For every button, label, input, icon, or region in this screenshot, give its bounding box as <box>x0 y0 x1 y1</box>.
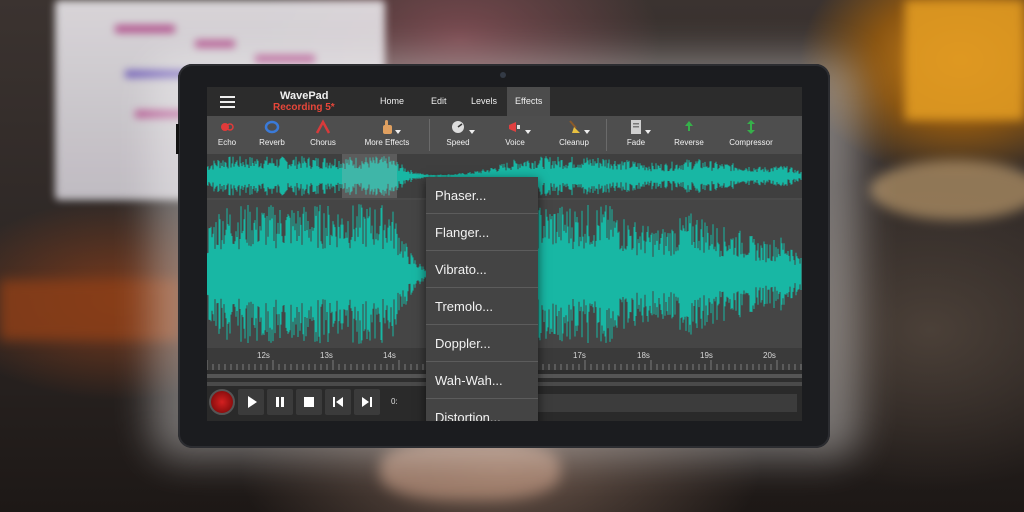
reverb-button[interactable]: Reverb <box>257 119 287 147</box>
echo-button[interactable]: Echo <box>215 119 239 147</box>
speed-chevron-down-icon <box>469 130 475 134</box>
hand-pointer-icon <box>383 120 392 134</box>
hamburger-menu-icon[interactable] <box>220 96 235 108</box>
tablet-device: WavePad Recording 5* Home Edit Levels Ef… <box>176 64 830 448</box>
menu-item-phaser[interactable]: Phaser... <box>426 177 538 214</box>
menu-item-doppler[interactable]: Doppler... <box>426 325 538 362</box>
compressor-button[interactable]: Compressor <box>727 119 775 147</box>
toolbar-divider <box>429 119 430 151</box>
tab-levels[interactable]: Levels <box>463 87 505 116</box>
fade-button[interactable]: Fade <box>625 119 647 147</box>
timeline-label: 12s <box>257 351 270 360</box>
fade-chevron-down-icon <box>645 130 651 134</box>
fade-label: Fade <box>626 138 646 147</box>
skip-forward-icon <box>362 397 372 407</box>
speedometer-icon <box>452 121 464 133</box>
play-icon <box>248 396 257 408</box>
more-effects-label: More Effects <box>364 138 410 147</box>
megaphone-icon <box>509 122 520 132</box>
timeline-label: 14s <box>383 351 396 360</box>
more-effects-chevron-down-icon <box>395 130 401 134</box>
reverb-icon <box>264 120 280 134</box>
pause-button[interactable] <box>267 389 293 415</box>
cleanup-label: Cleanup <box>559 138 589 147</box>
menu-item-flanger[interactable]: Flanger... <box>426 214 538 251</box>
skip-to-end-button[interactable] <box>354 389 380 415</box>
record-button[interactable] <box>209 389 235 415</box>
compressor-icon <box>747 120 755 134</box>
voice-label: Voice <box>505 138 525 147</box>
stop-button[interactable] <box>296 389 322 415</box>
tablet-side-button <box>176 124 179 154</box>
menu-item-tremolo[interactable]: Tremolo... <box>426 288 538 325</box>
stop-icon <box>304 397 314 407</box>
timeline-label: 19s <box>700 351 713 360</box>
menu-item-distortion[interactable]: Distortion... <box>426 399 538 421</box>
pause-icon <box>276 397 284 407</box>
time-readout: 0: <box>391 397 398 406</box>
timeline-label: 20s <box>763 351 776 360</box>
timeline-label: 13s <box>320 351 333 360</box>
overview-selection-region[interactable] <box>342 154 397 198</box>
voice-button[interactable]: Voice <box>503 119 527 147</box>
tab-effects[interactable]: Effects <box>507 87 551 116</box>
speed-label: Speed <box>446 138 470 147</box>
skip-to-start-button[interactable] <box>325 389 351 415</box>
more-effects-dropdown: Phaser... Flanger... Vibrato... Tremolo.… <box>426 177 538 421</box>
menu-item-vibrato[interactable]: Vibrato... <box>426 251 538 288</box>
voice-chevron-down-icon <box>525 130 531 134</box>
chorus-label: Chorus <box>310 138 336 147</box>
broom-icon <box>569 120 580 133</box>
skip-back-icon <box>333 397 343 407</box>
camera-icon <box>500 72 506 78</box>
echo-label: Echo <box>217 138 237 147</box>
app-name: WavePad <box>280 90 329 102</box>
timeline-label: 18s <box>637 351 650 360</box>
cleanup-chevron-down-icon <box>584 130 590 134</box>
toolbar-divider <box>606 119 607 151</box>
speed-button[interactable]: Speed <box>445 119 471 147</box>
title-bar: WavePad Recording 5* Home Edit Levels Ef… <box>207 87 802 116</box>
reverse-button[interactable]: Reverse <box>673 119 705 147</box>
reverse-label: Reverse <box>674 138 704 147</box>
echo-icon <box>221 123 234 131</box>
tab-edit[interactable]: Edit <box>423 87 455 116</box>
menu-item-wah-wah[interactable]: Wah-Wah... <box>426 362 538 399</box>
tab-home[interactable]: Home <box>372 87 412 116</box>
more-effects-button[interactable]: More Effects <box>361 119 413 147</box>
timeline-label: 17s <box>573 351 586 360</box>
reverse-icon <box>685 121 693 131</box>
chorus-button[interactable]: Chorus <box>306 119 340 147</box>
document-icon <box>631 120 641 134</box>
reverb-label: Reverb <box>259 138 285 147</box>
effects-toolbar: Echo Reverb Chorus More Effects Speed Vo… <box>207 116 802 154</box>
background-panel <box>905 0 1024 120</box>
play-button[interactable] <box>238 389 264 415</box>
app-screen: WavePad Recording 5* Home Edit Levels Ef… <box>207 87 802 421</box>
document-name: Recording 5* <box>273 102 335 113</box>
playback-position-track[interactable] <box>507 394 797 412</box>
background-cymbal <box>870 160 1024 220</box>
chorus-icon <box>315 119 331 134</box>
compressor-label: Compressor <box>729 138 773 147</box>
